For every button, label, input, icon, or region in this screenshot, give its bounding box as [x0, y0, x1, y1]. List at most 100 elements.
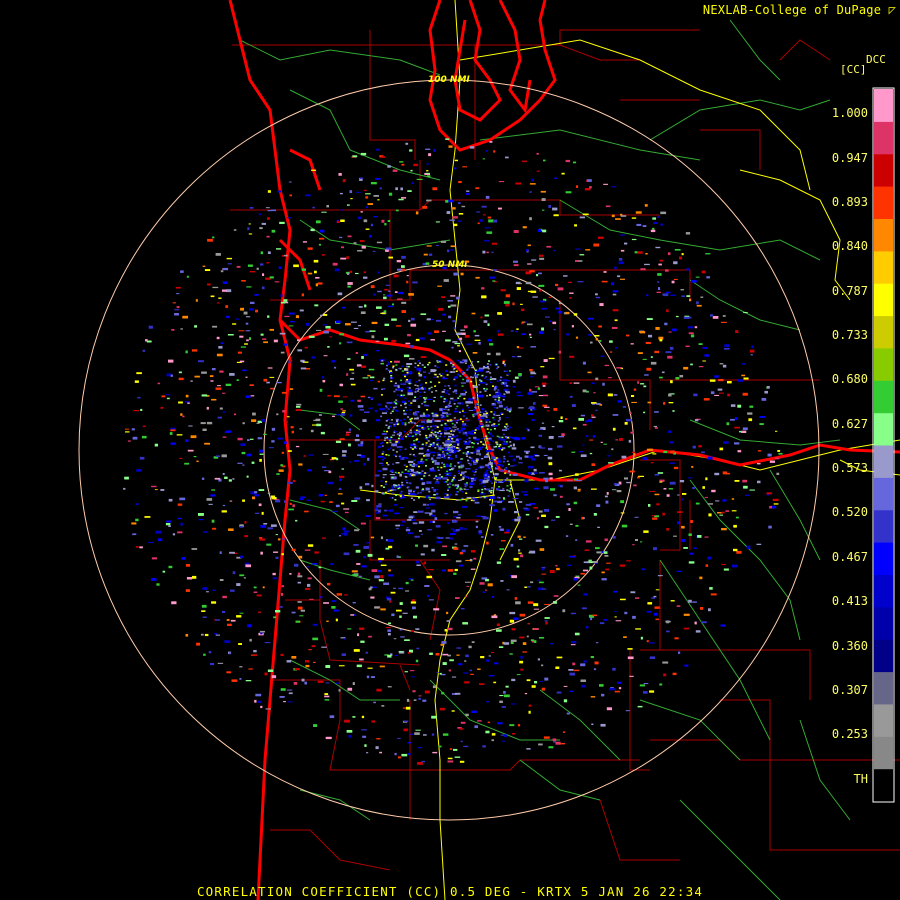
color-legend-bar [872, 87, 895, 803]
radar-echo [505, 468, 508, 470]
radar-echo [662, 661, 669, 664]
radar-echo [203, 531, 208, 533]
radar-echo [347, 687, 353, 691]
radar-echo [241, 451, 246, 455]
radar-echo [442, 451, 445, 454]
radar-echo [433, 451, 436, 454]
radar-echo [490, 496, 495, 499]
radar-echo [239, 574, 245, 577]
radar-echo [404, 375, 406, 378]
radar-echo [362, 419, 367, 422]
radar-echo [415, 429, 418, 432]
radar-echo [430, 443, 432, 446]
radar-echo [485, 437, 488, 440]
radar-echo [357, 405, 364, 408]
radar-echo [356, 563, 361, 565]
radar-echo [447, 489, 449, 491]
radar-echo [530, 346, 536, 348]
radar-echo [471, 480, 474, 482]
radar-echo [654, 606, 660, 609]
radar-echo [403, 464, 406, 466]
radar-echo [529, 369, 533, 372]
radar-echo [466, 343, 473, 345]
radar-echo [471, 641, 475, 643]
radar-echo [688, 332, 694, 335]
radar-echo [387, 686, 392, 688]
radar-echo [363, 411, 370, 413]
radar-echo [395, 484, 398, 487]
radar-echo [461, 497, 464, 500]
radar-echo [245, 680, 252, 682]
radar-echo [311, 356, 315, 359]
radar-echo [505, 156, 509, 159]
radar-echo [554, 177, 558, 179]
radar-echo [414, 396, 417, 398]
radar-echo [530, 639, 534, 641]
radar-echo [434, 330, 439, 333]
radar-echo [508, 408, 510, 410]
radar-echo [523, 507, 529, 510]
radar-echo [445, 392, 448, 394]
radar-echo [465, 434, 468, 437]
radar-echo [430, 386, 433, 389]
radar-echo [377, 271, 380, 274]
radar-echo [306, 566, 310, 568]
radar-echo [475, 187, 480, 190]
radar-echo [436, 541, 443, 544]
radar-echo [465, 443, 470, 445]
radar-echo [442, 662, 447, 665]
radar-echo [418, 424, 421, 427]
radar-echo [699, 366, 704, 368]
radar-echo [450, 533, 456, 535]
radar-echo [280, 538, 287, 540]
radar-echo [434, 385, 437, 387]
radar-echo [447, 757, 453, 760]
radar-echo [410, 601, 417, 604]
radar-echo [391, 339, 397, 343]
radar-echo [174, 309, 180, 311]
radar-echo [498, 207, 502, 210]
radar-echo [339, 535, 342, 537]
radar-echo [400, 432, 402, 434]
radar-echo [509, 724, 515, 727]
radar-echo [361, 729, 367, 731]
radar-echo [432, 454, 435, 457]
radar-echo [493, 500, 498, 503]
nexlab-credit: NEXLAB-College of DuPage ◸ [702, 3, 896, 17]
radar-echo [444, 442, 451, 444]
radar-echo [510, 444, 512, 447]
radar-echo [449, 537, 453, 540]
radar-echo [591, 416, 596, 418]
radar-echo [509, 487, 512, 490]
radar-echo [601, 693, 605, 697]
radar-echo [403, 430, 406, 433]
radar-echo [198, 519, 204, 521]
radar-echo [225, 305, 229, 308]
radar-echo [565, 311, 570, 315]
radar-echo [409, 453, 412, 456]
radar-echo [426, 199, 432, 202]
radar-echo [646, 294, 649, 297]
radar-echo [642, 358, 647, 360]
radar-echo [506, 529, 510, 532]
radar-echo [470, 568, 476, 570]
radar-echo [580, 454, 587, 457]
radar-echo [393, 390, 396, 393]
radar-echo [481, 295, 487, 299]
radar-echo [170, 374, 173, 377]
radar-echo [433, 477, 436, 480]
radar-echo [620, 512, 625, 514]
radar-echo [518, 549, 521, 552]
radar-echo [730, 404, 736, 407]
radar-echo [466, 420, 469, 422]
radar-echo [401, 438, 404, 441]
radar-echo [224, 640, 231, 643]
radar-echo [473, 436, 477, 439]
radar-echo [509, 611, 516, 615]
radar-echo [676, 570, 681, 572]
radar-echo [393, 406, 396, 409]
radar-echo [660, 223, 663, 226]
radar-echo [251, 461, 255, 464]
radar-echo [124, 428, 130, 430]
radar-echo [515, 601, 521, 605]
